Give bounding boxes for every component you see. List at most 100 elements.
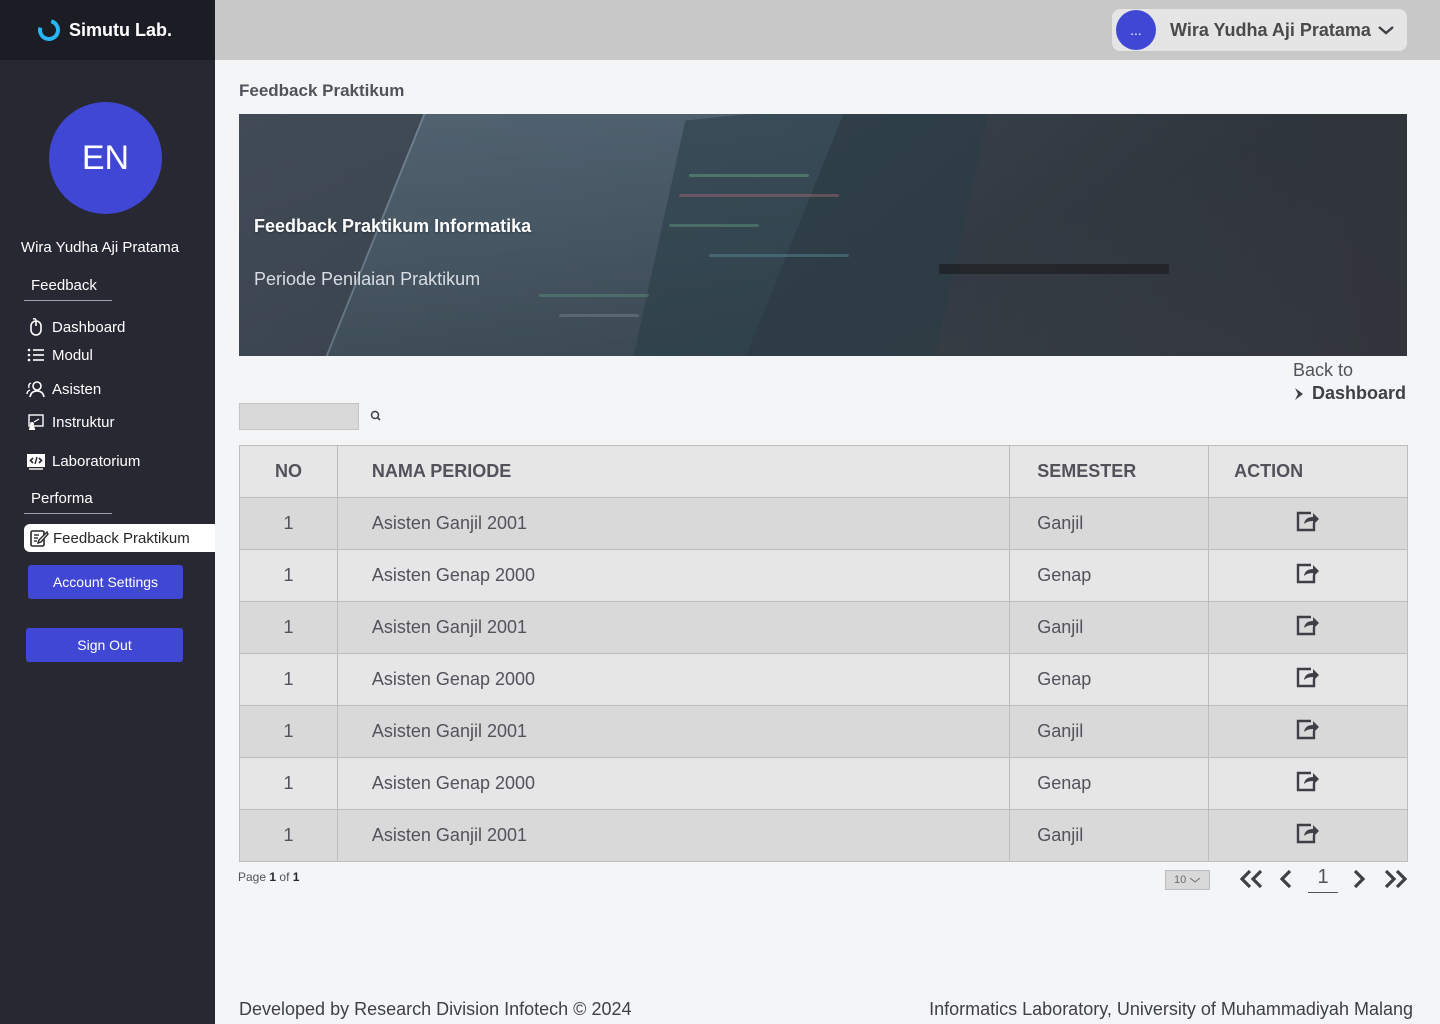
sidebar-item-label: Asisten	[52, 380, 102, 398]
cell-name: Asisten Genap 2000	[336, 549, 1011, 602]
open-external-icon[interactable]	[1296, 718, 1320, 740]
sidebar: Simutu Lab. EN Wira Yudha Aji Pratama Fe…	[0, 0, 215, 1024]
sidebar-item-label: Instruktur	[52, 413, 115, 431]
chevron-down-icon	[1377, 24, 1395, 36]
topbar: ... Wira Yudha Aji Pratama	[215, 0, 1440, 60]
cell-semester: Genap	[1009, 549, 1210, 602]
open-external-icon[interactable]	[1296, 614, 1320, 636]
table-row: 1 Asisten Ganjil 2001 Ganjil	[239, 809, 1408, 862]
cell-name: Asisten Genap 2000	[336, 757, 1011, 810]
sidebar-username: Wira Yudha Aji Pratama	[20, 239, 180, 256]
back-to-dashboard-link[interactable]: Dashboard	[1292, 383, 1406, 404]
next-page-icon[interactable]	[1350, 868, 1368, 890]
open-external-icon[interactable]	[1296, 666, 1320, 688]
avatar: ...	[1116, 10, 1156, 50]
open-external-icon[interactable]	[1296, 510, 1320, 532]
header-name: NAMA PERIODE	[336, 445, 1011, 498]
cell-name: Asisten Ganjil 2001	[336, 497, 1011, 550]
sidebar-item-label: Modul	[52, 346, 93, 364]
brand-logo-icon	[33, 14, 65, 46]
sign-out-button[interactable]: Sign Out	[26, 628, 183, 662]
account-settings-button[interactable]: Account Settings	[28, 565, 183, 599]
sidebar-item-modul[interactable]: Modul	[26, 343, 93, 367]
table-row: 1 Asisten Genap 2000 Genap	[239, 549, 1408, 602]
teacher-icon	[26, 412, 46, 432]
banner-title: Feedback Praktikum Informatika	[254, 216, 532, 236]
hero-banner: Feedback Praktikum Informatika Periode P…	[239, 114, 1407, 356]
section-performa: Performa	[24, 490, 112, 514]
page-of-word: of	[279, 870, 290, 884]
footer-credit: Developed by Research Division Infotech …	[239, 999, 632, 1019]
sidebar-item-dashboard[interactable]: Dashboard	[26, 315, 125, 339]
cell-no: 1	[239, 653, 338, 706]
chevron-right-icon	[1292, 386, 1306, 402]
footer-institution: Informatics Laboratory, University of Mu…	[929, 999, 1413, 1019]
sidebar-item-asisten[interactable]: Asisten	[26, 377, 101, 401]
back-link-label: Dashboard	[1312, 383, 1407, 403]
sidebar-item-label: Dashboard	[52, 318, 126, 336]
search-icon[interactable]	[369, 409, 383, 428]
cell-action	[1208, 757, 1408, 810]
open-external-icon[interactable]	[1296, 562, 1320, 584]
topbar-username: Wira Yudha Aji Pratama	[1170, 19, 1371, 40]
cell-action	[1208, 549, 1408, 602]
open-external-icon[interactable]	[1296, 770, 1320, 792]
open-external-icon[interactable]	[1296, 822, 1320, 844]
page-current: 1	[269, 870, 277, 884]
cell-name: Asisten Ganjil 2001	[336, 809, 1011, 862]
per-page-value: 10	[1174, 874, 1187, 886]
cell-action	[1208, 809, 1408, 862]
cell-semester: Genap	[1009, 757, 1210, 810]
cell-no: 1	[239, 497, 338, 550]
code-icon	[26, 451, 46, 471]
previous-page-icon[interactable]	[1277, 868, 1295, 890]
cell-semester: Ganjil	[1009, 497, 1210, 550]
cell-semester: Genap	[1009, 653, 1210, 706]
cell-name: Asisten Genap 2000	[336, 653, 1011, 706]
edit-note-icon	[29, 528, 49, 548]
brand[interactable]: Simutu Lab.	[0, 0, 215, 60]
cell-action	[1208, 601, 1408, 654]
mouse-icon	[26, 317, 46, 337]
page-info: Page 1 of 1	[238, 870, 299, 884]
cell-no: 1	[239, 705, 338, 758]
page-word: Page	[238, 870, 267, 884]
search-input[interactable]	[239, 403, 359, 430]
list-icon	[26, 345, 46, 365]
table-header-row: NO NAMA PERIODE SEMESTER ACTION	[239, 445, 1408, 498]
brand-name: Simutu Lab.	[69, 19, 172, 40]
cell-semester: Ganjil	[1009, 705, 1210, 758]
current-page-number[interactable]: 1	[1308, 866, 1338, 893]
cell-semester: Ganjil	[1009, 809, 1210, 862]
sidebar-item-label: Laboratorium	[52, 452, 141, 470]
sidebar-item-instruktur[interactable]: Instruktur	[26, 410, 115, 434]
cell-action	[1208, 497, 1408, 550]
table-row: 1 Asisten Ganjil 2001 Ganjil	[239, 601, 1408, 654]
sidebar-item-label: Feedback Praktikum	[53, 529, 190, 547]
back-to-label: Back to	[1293, 360, 1354, 380]
page-title: Feedback Praktikum	[239, 81, 405, 100]
page-total: 1	[292, 870, 300, 884]
banner-subtitle: Periode Penilaian Praktikum	[254, 269, 481, 289]
cell-no: 1	[239, 809, 338, 862]
cell-semester: Ganjil	[1009, 601, 1210, 654]
cell-action	[1208, 705, 1408, 758]
section-feedback: Feedback	[24, 277, 112, 301]
sidebar-item-feedback-praktikum[interactable]: Feedback Praktikum	[24, 524, 215, 552]
user-menu[interactable]: ... Wira Yudha Aji Pratama	[1112, 9, 1407, 51]
cell-name: Asisten Ganjil 2001	[336, 601, 1011, 654]
header-action: ACTION	[1208, 445, 1408, 498]
cell-no: 1	[239, 601, 338, 654]
cell-action	[1208, 653, 1408, 706]
per-page-select[interactable]: 10	[1165, 870, 1210, 890]
first-page-icon[interactable]	[1238, 868, 1266, 890]
header-no: NO	[239, 445, 338, 498]
sidebar-item-laboratorium[interactable]: Laboratorium	[26, 449, 140, 473]
header-semester: SEMESTER	[1009, 445, 1210, 498]
table-row: 1 Asisten Ganjil 2001 Ganjil	[239, 497, 1408, 550]
cell-no: 1	[239, 549, 338, 602]
table-row: 1 Asisten Genap 2000 Genap	[239, 653, 1408, 706]
last-page-icon[interactable]	[1381, 868, 1409, 890]
table-row: 1 Asisten Genap 2000 Genap	[239, 757, 1408, 810]
chevron-down-icon	[1189, 876, 1201, 884]
